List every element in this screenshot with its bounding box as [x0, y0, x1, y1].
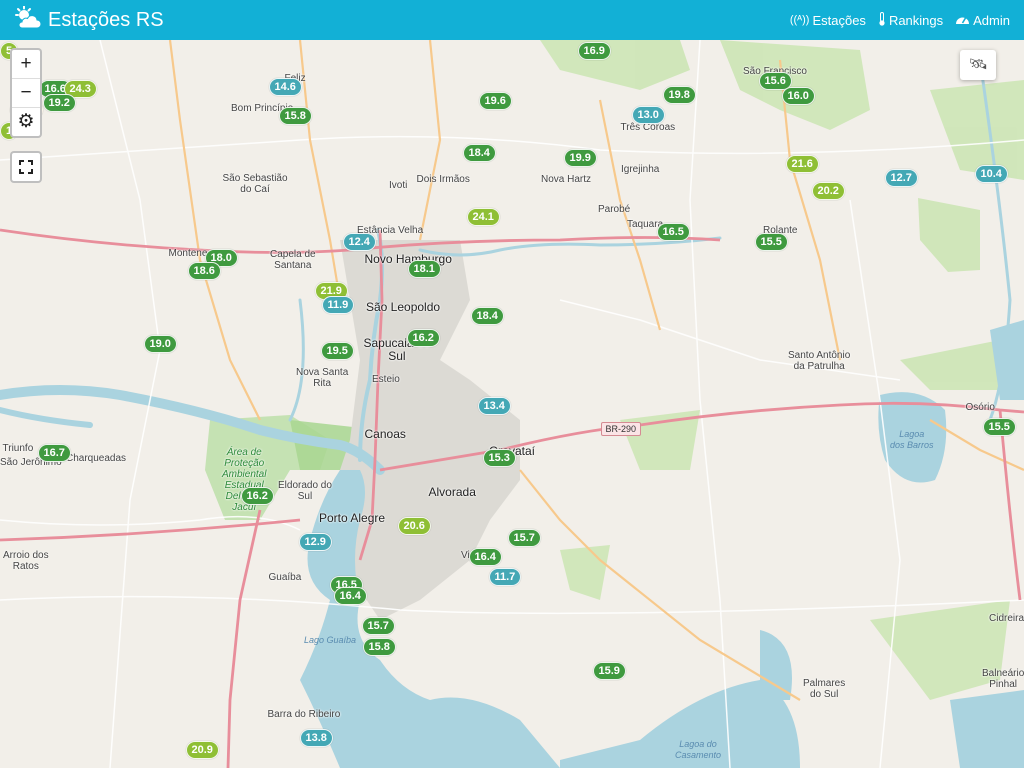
station-marker[interactable]: 16.2	[240, 487, 274, 505]
place-label: Igrejinha	[621, 163, 660, 175]
place-label: Guaíba	[268, 571, 302, 583]
station-marker[interactable]: 19.6	[478, 92, 512, 110]
nav-estacoes[interactable]: ((ᴬ)) Estações	[790, 13, 866, 28]
station-marker[interactable]: 21.6	[785, 155, 819, 173]
brand[interactable]: Estações RS	[14, 5, 164, 35]
place-label: Triunfo	[2, 442, 34, 454]
road-shield: BR-290	[600, 422, 642, 436]
place-label: Cidreira	[989, 612, 1024, 624]
nav-estacoes-label: Estações	[812, 12, 866, 28]
place-label: Nova Hartz	[541, 173, 592, 185]
place-label: Canoas	[364, 426, 406, 441]
station-marker[interactable]: 15.5	[982, 418, 1016, 436]
station-marker[interactable]: 15.7	[507, 529, 541, 547]
station-marker[interactable]: 18.4	[462, 144, 496, 162]
station-marker[interactable]: 16.4	[333, 587, 367, 605]
station-marker[interactable]: 13.4	[477, 397, 511, 415]
place-label: Porto Alegre	[319, 510, 386, 525]
station-marker[interactable]: 13.0	[631, 106, 665, 124]
nav-rankings[interactable]: Rankings	[878, 11, 944, 29]
station-marker[interactable]: 15.8	[362, 638, 396, 656]
nav-admin[interactable]: Admin	[955, 13, 1010, 28]
station-marker[interactable]: 20.9	[185, 741, 219, 759]
station-marker[interactable]: 12.4	[342, 233, 376, 251]
station-marker[interactable]: 24.1	[466, 208, 500, 226]
settings-button[interactable]: ⚙	[12, 108, 40, 136]
place-label: Nova Santa Rita	[296, 367, 349, 389]
zoom-out-button[interactable]: −	[12, 79, 40, 108]
station-marker[interactable]: 19.9	[563, 149, 597, 167]
weather-cloud-sun-icon	[14, 5, 42, 35]
dashboard-icon	[955, 13, 970, 28]
station-marker[interactable]: 15.7	[361, 617, 395, 635]
station-marker[interactable]: 10.4	[974, 165, 1008, 183]
station-marker[interactable]: 19.5	[320, 342, 354, 360]
place-label: Alvorada	[428, 484, 476, 499]
place-label: São Sebastião do Caí	[222, 173, 288, 195]
map[interactable]: FelizBom PrincípioSão Sebastião do CaíIv…	[0, 40, 1024, 768]
station-marker[interactable]: 11.9	[321, 296, 355, 314]
zoom-in-button[interactable]: +	[12, 50, 40, 79]
station-marker[interactable]: 12.9	[298, 533, 332, 551]
thermometer-icon	[878, 11, 886, 29]
place-label: Santo Antônio da Patrulha	[788, 350, 851, 372]
nav-admin-label: Admin	[973, 12, 1010, 28]
station-marker[interactable]: 16.5	[656, 223, 690, 241]
fullscreen-icon	[19, 156, 33, 177]
gear-icon: ⚙	[17, 111, 35, 132]
place-label: Esteio	[372, 373, 400, 385]
station-marker[interactable]: 15.3	[482, 449, 516, 467]
place-label: Osório	[965, 401, 995, 413]
fullscreen-button[interactable]	[12, 153, 40, 181]
nav-rankings-label: Rankings	[888, 12, 944, 28]
place-label: Palmares do Sul	[803, 678, 846, 700]
navbar: Estações RS ((ᴬ)) Estações Rankings Admi…	[0, 0, 1024, 40]
station-marker[interactable]: 13.8	[299, 729, 333, 747]
place-label: Ivoti	[389, 179, 408, 191]
station-marker[interactable]: 14.6	[268, 78, 302, 96]
station-marker[interactable]: 18.6	[187, 262, 221, 280]
station-marker[interactable]: 19.0	[143, 335, 177, 353]
station-marker[interactable]: 20.6	[397, 517, 431, 535]
station-marker[interactable]: 16.9	[577, 42, 611, 60]
station-marker[interactable]: 12.7	[884, 169, 918, 187]
app-title: Estações RS	[48, 8, 164, 31]
station-marker[interactable]: 19.2	[42, 94, 76, 112]
station-marker[interactable]: 15.5	[754, 233, 788, 251]
station-marker[interactable]: 15.8	[278, 107, 312, 125]
station-marker[interactable]: 19.8	[662, 86, 696, 104]
place-label: Eldorado do Sul	[278, 480, 332, 502]
water-label: Lagoa do Casamento	[675, 739, 722, 760]
fullscreen-control	[10, 151, 42, 183]
place-label: Barra do Ribeiro	[267, 708, 341, 720]
antenna-icon: ((ᴬ))	[789, 14, 810, 26]
station-marker[interactable]: 16.4	[468, 548, 502, 566]
place-label: Arroio dos Ratos	[3, 550, 49, 572]
water-label: Lago Guaíba	[304, 634, 357, 645]
satellite-icon: 🛰	[968, 56, 988, 73]
map-basemap	[0, 40, 1024, 768]
zoom-control: + − ⚙	[10, 48, 42, 138]
water-label: Lagoa dos Barros	[890, 429, 934, 450]
station-marker[interactable]: 16.2	[406, 329, 440, 347]
station-marker[interactable]: 16.0	[781, 87, 815, 105]
station-marker[interactable]: 15.9	[592, 662, 626, 680]
station-marker[interactable]: 18.4	[470, 307, 504, 325]
place-label: Parobé	[598, 203, 631, 215]
station-marker[interactable]: 16.7	[37, 444, 71, 462]
station-marker[interactable]: 20.2	[811, 182, 845, 200]
station-marker[interactable]: 11.7	[488, 568, 522, 586]
place-label: Balneário Pinhal	[982, 668, 1024, 690]
place-label: Capela de Santana	[270, 249, 316, 271]
place-label: Charqueadas	[66, 452, 127, 464]
place-label: Dois Irmãos	[416, 173, 470, 185]
layers-button[interactable]: 🛰	[960, 50, 996, 80]
nav-links: ((ᴬ)) Estações Rankings Admin	[790, 0, 1010, 40]
station-marker[interactable]: 18.1	[407, 260, 441, 278]
place-label: São Leopoldo	[366, 299, 441, 314]
